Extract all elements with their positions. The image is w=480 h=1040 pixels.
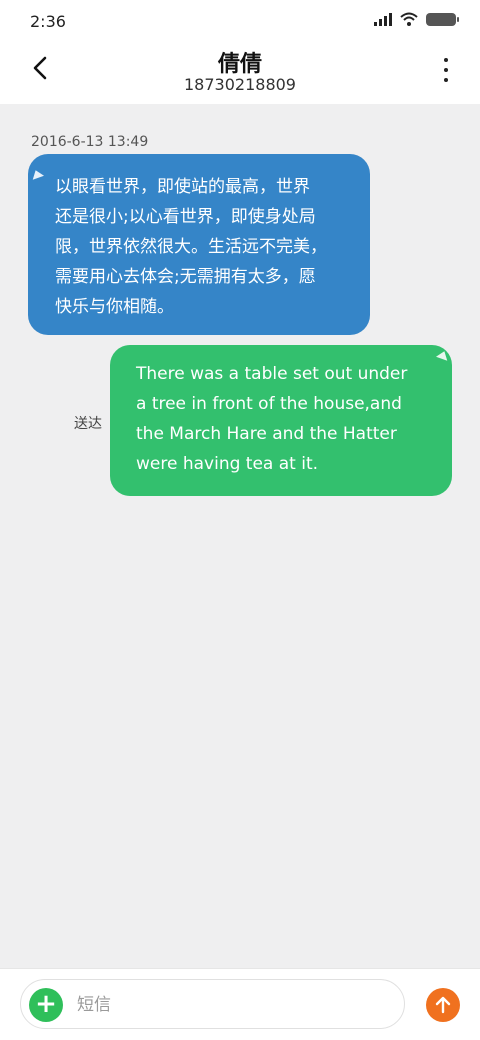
outgoing-line: the March Hare and the Hatter (136, 424, 397, 444)
conversation-header: 倩倩 18730218809 (0, 42, 480, 104)
message-timestamp: 2016-6-13 13:49 (31, 134, 149, 150)
incoming-line: 限，世界依然很大。生活远不完美， (55, 237, 327, 257)
add-attachment-icon[interactable]: + (29, 988, 63, 1022)
incoming-message-bubble[interactable]: 以眼看世界，即使站的最高，世界 还是很小;以心看世界，即使身处局 限，世界依然很… (28, 154, 370, 335)
delivery-status: 送达 (74, 416, 102, 432)
status-icons (374, 12, 459, 26)
incoming-line: 快乐与你相随。 (55, 297, 174, 317)
contact-name: 倩倩 (217, 52, 262, 77)
send-button[interactable] (426, 988, 460, 1022)
battery-icon (426, 12, 459, 26)
outgoing-line: were having tea at it. (136, 454, 319, 474)
cellular-signal-icon (374, 12, 392, 26)
message-input[interactable] (77, 992, 377, 1018)
outgoing-line: a tree in front of the house,and (136, 394, 402, 414)
incoming-line: 以眼看世界，即使站的最高，世界 (55, 177, 310, 197)
wifi-icon (400, 12, 418, 26)
more-options-icon[interactable] (442, 58, 450, 82)
message-list[interactable]: 2016-6-13 13:49 以眼看世界，即使站的最高，世界 还是很小;以心看… (0, 104, 480, 968)
outgoing-message-bubble[interactable]: There was a table set out under a tree i… (110, 345, 452, 496)
status-bar: 2:36 (0, 0, 480, 42)
contact-phone-number: 18730218809 (184, 75, 296, 94)
arrow-up-icon (435, 996, 451, 1014)
composer-field-container[interactable]: + (20, 979, 405, 1029)
incoming-line: 还是很小;以心看世界，即使身处局 (55, 207, 316, 227)
composer-bar: + (0, 968, 480, 1040)
status-time: 2:36 (30, 12, 66, 31)
outgoing-line: There was a table set out under (136, 364, 408, 384)
incoming-line: 需要用心去体会;无需拥有太多，愿 (55, 267, 316, 287)
